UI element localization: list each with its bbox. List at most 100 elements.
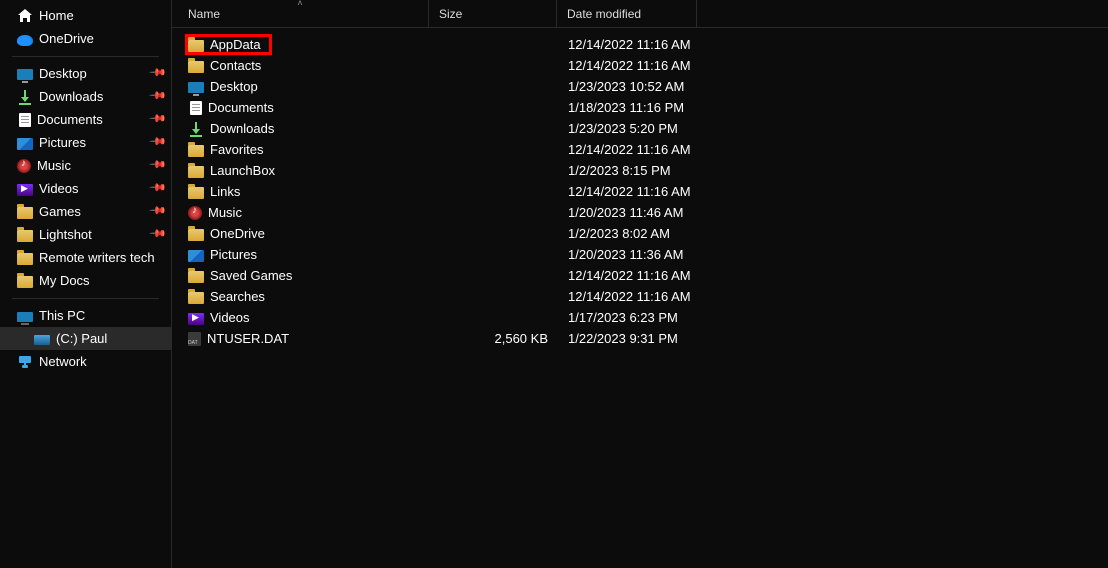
file-row[interactable]: Contacts 12/14/2022 11:16 AM [172, 55, 1108, 76]
pin-icon: 📌 [149, 224, 168, 243]
file-date-label: 1/23/2023 10:52 AM [558, 79, 758, 94]
file-name-label: Searches [210, 289, 265, 304]
folder-icon [17, 253, 33, 265]
folder-icon [188, 61, 204, 73]
sidebar-navigation: HomeOneDrive Desktop📌Downloads📌Documents… [0, 0, 172, 568]
music-p-icon [188, 206, 202, 220]
file-name-label: Videos [210, 310, 250, 325]
file-list: AppData12/14/2022 11:16 AMContacts12/14/… [172, 28, 1108, 349]
file-date-label: 12/14/2022 11:16 AM [558, 184, 758, 199]
file-name-label: Contacts [210, 58, 261, 73]
folder-icon [188, 229, 204, 241]
music-p-icon [17, 159, 31, 173]
documents-icon [19, 113, 31, 127]
onedrive-icon [17, 35, 33, 46]
network-icon [17, 354, 33, 370]
file-row[interactable]: AppData12/14/2022 11:16 AM [172, 34, 1108, 55]
column-header-size[interactable]: Size [429, 0, 557, 27]
folder-icon [188, 166, 204, 178]
sidebar-item-documents[interactable]: Documents 📌 [0, 108, 171, 131]
file-list-panel: ˄ Name Size Date modified AppData12/14/2… [172, 0, 1108, 568]
pictures-icon [17, 138, 33, 150]
file-row[interactable]: OneDrive1/2/2023 8:02 AM [172, 223, 1108, 244]
sidebar-item-videos[interactable]: Videos📌 [0, 177, 171, 200]
file-row[interactable]: Downloads 1/23/2023 5:20 PM [172, 118, 1108, 139]
sidebar-item-desktop[interactable]: Desktop 📌 [0, 62, 171, 85]
sidebar-item-label: Pictures [39, 135, 86, 150]
pin-icon: 📌 [149, 201, 168, 220]
pin-icon: 📌 [149, 86, 168, 105]
sidebar-item-pictures[interactable]: Pictures 📌 [0, 131, 171, 154]
home-icon [17, 8, 33, 24]
file-row[interactable]: Videos 1/17/2023 6:23 PM [172, 307, 1108, 328]
sidebar-item--c-paul[interactable]: (C:) Paul [0, 327, 171, 350]
file-row[interactable]: Documents1/18/2023 11:16 PM [172, 97, 1108, 118]
sort-ascending-icon: ˄ [297, 0, 302, 8]
sidebar-item-this-pc[interactable]: This PC [0, 304, 171, 327]
file-row[interactable]: Links 12/14/2022 11:16 AM [172, 181, 1108, 202]
file-date-label: 12/14/2022 11:16 AM [558, 58, 758, 73]
file-row[interactable]: LaunchBox1/2/2023 8:15 PM [172, 160, 1108, 181]
file-name-label: Pictures [210, 247, 257, 262]
file-name-label: NTUSER.DAT [207, 331, 289, 346]
sidebar-item-network[interactable]: Network [0, 350, 171, 373]
file-date-label: 1/2/2023 8:02 AM [558, 226, 758, 241]
file-date-label: 1/22/2023 9:31 PM [558, 331, 758, 346]
sidebar-item-lightshot[interactable]: Lightshot 📌 [0, 223, 171, 246]
file-name-label: Saved Games [210, 268, 292, 283]
sidebar-item-games[interactable]: Games 📌 [0, 200, 171, 223]
file-date-label: 1/20/2023 11:36 AM [558, 247, 758, 262]
file-name-label: Music [208, 205, 242, 220]
folder-icon [17, 207, 33, 219]
downloads-icon [17, 89, 33, 105]
sidebar-item-label: Music [37, 158, 71, 173]
thispc-icon [17, 312, 33, 322]
file-name-label: Links [210, 184, 240, 199]
sidebar-item-label: Lightshot [39, 227, 92, 242]
column-header-row: ˄ Name Size Date modified [172, 0, 1108, 28]
sidebar-item-label: Downloads [39, 89, 103, 104]
sidebar-item-remote-writers-tech[interactable]: Remote writers tech [0, 246, 171, 269]
column-header-name[interactable]: ˄ Name [172, 0, 429, 27]
folder-icon [17, 230, 33, 242]
file-row[interactable]: Searches 12/14/2022 11:16 AM [172, 286, 1108, 307]
file-date-label: 1/23/2023 5:20 PM [558, 121, 758, 136]
sidebar-item-label: Games [39, 204, 81, 219]
sidebar-item-label: Remote writers tech [39, 250, 155, 265]
file-row[interactable]: Music1/20/2023 11:46 AM [172, 202, 1108, 223]
column-header-date[interactable]: Date modified [557, 0, 697, 27]
sidebar-item-music[interactable]: Music📌 [0, 154, 171, 177]
file-size-label: 2,560 KB [430, 331, 558, 346]
sidebar-item-label: This PC [39, 308, 85, 323]
pin-icon: 📌 [149, 63, 168, 82]
sidebar-item-label: Desktop [39, 66, 87, 81]
downloads-icon [188, 121, 204, 137]
sidebar-item-label: Network [39, 354, 87, 369]
sidebar-item-label: Home [39, 8, 74, 23]
sidebar-item-my-docs[interactable]: My Docs [0, 269, 171, 292]
desktop-icon [17, 69, 33, 80]
column-label: Size [439, 7, 462, 21]
file-row[interactable]: Desktop 1/23/2023 10:52 AM [172, 76, 1108, 97]
pin-icon: 📌 [149, 132, 168, 151]
file-row[interactable]: Pictures 1/20/2023 11:36 AM [172, 244, 1108, 265]
drive-icon [34, 335, 50, 345]
file-name-label: Downloads [210, 121, 274, 136]
file-name-label: Desktop [210, 79, 258, 94]
column-label: Date modified [567, 7, 641, 21]
file-row[interactable]: Saved Games12/14/2022 11:16 AM [172, 265, 1108, 286]
sidebar-item-label: Documents [37, 112, 103, 127]
file-row[interactable]: Favorites12/14/2022 11:16 AM [172, 139, 1108, 160]
folder-icon [188, 292, 204, 304]
sidebar-item-home[interactable]: Home [0, 4, 171, 27]
pin-icon: 📌 [149, 109, 168, 128]
file-date-label: 12/14/2022 11:16 AM [558, 289, 758, 304]
sidebar-separator [12, 56, 159, 57]
sidebar-item-onedrive[interactable]: OneDrive [0, 27, 171, 50]
sidebar-item-downloads[interactable]: Downloads 📌 [0, 85, 171, 108]
sidebar-separator [12, 298, 159, 299]
file-row[interactable]: NTUSER.DAT 2,560 KB1/22/2023 9:31 PM [172, 328, 1108, 349]
file-date-label: 1/17/2023 6:23 PM [558, 310, 758, 325]
file-name-label: Documents [208, 100, 274, 115]
highlight-annotation: AppData [185, 34, 272, 55]
